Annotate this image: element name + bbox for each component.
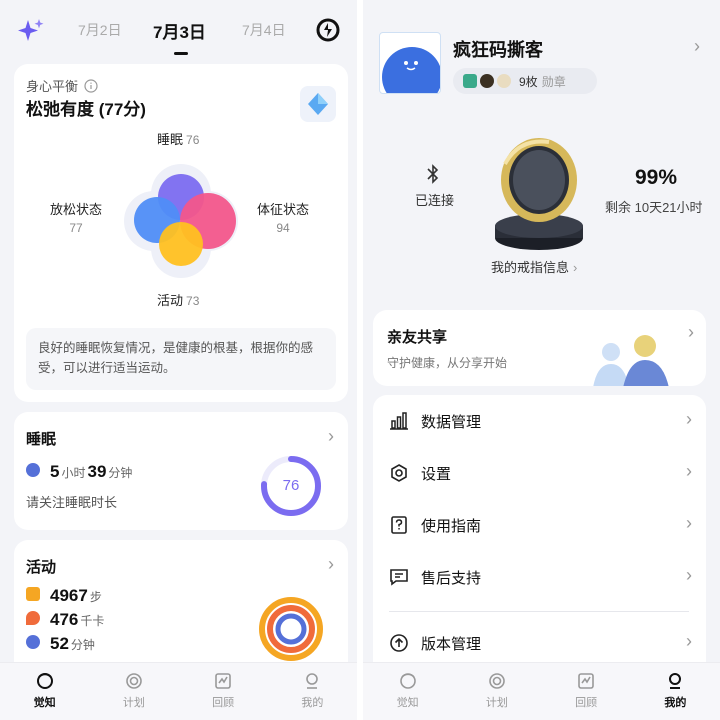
tab-awareness[interactable]: 觉知 [363, 663, 452, 720]
balance-label: 身心平衡 [26, 79, 79, 94]
activity-rings [259, 597, 323, 661]
menu-guide[interactable]: 使用指南 › [373, 499, 702, 551]
date-bar: 7月2日 7月3日 7月4日 [0, 10, 357, 55]
family-share-card[interactable]: 亲友共享 守护健康，从分享开始 › [373, 310, 706, 386]
badge-icon [480, 74, 494, 88]
awareness-icon [36, 673, 53, 689]
share-subtitle: 守护健康，从分享开始 [387, 356, 508, 370]
user-name: 疯狂码撕客 [453, 40, 543, 60]
date-prev[interactable]: 7月2日 [78, 20, 122, 40]
badge-label: 勋章 [541, 74, 566, 89]
chat-support-icon [390, 569, 408, 586]
activity-card[interactable]: 活动 › 4967 步 476 千卡 52 分钟 [14, 540, 348, 680]
sparkle-icon[interactable] [16, 16, 46, 46]
awareness-screen: 7月2日 7月3日 7月4日 身心平衡 松弛有度 (77分) 睡眠 76 放松状… [0, 0, 357, 720]
steps-stat: 4967 步 [26, 586, 104, 606]
battery-percent: 99% [635, 166, 678, 189]
avatar[interactable] [379, 32, 441, 94]
badge-count: 9枚 [519, 74, 538, 89]
share-title: 亲友共享 [387, 329, 448, 346]
badge-icon [463, 74, 477, 88]
ring-status: 已连接 99% 剩余 10天21小时 我的戒指信息 › [363, 130, 720, 290]
vitals-petal-label: 体征状态 94 [257, 202, 310, 235]
battery-remaining: 剩余 10天21小时 [605, 200, 703, 215]
review-icon [578, 673, 594, 689]
tab-mine[interactable]: 我的 [631, 663, 720, 720]
menu-data-management[interactable]: 数据管理 › [373, 395, 702, 447]
sleep-duration: 5 小时 39 分钟 [26, 462, 134, 482]
ring-info-link[interactable]: 我的戒指信息 › [491, 257, 577, 276]
guide-icon [391, 516, 407, 534]
menu-separator [389, 611, 689, 612]
chevron-right-icon[interactable]: › [688, 322, 694, 343]
mine-icon [669, 673, 682, 689]
menu-support[interactable]: 售后支持 › [373, 551, 702, 603]
balance-flower-chart [124, 164, 238, 278]
tab-review[interactable]: 回顾 [179, 663, 268, 720]
balance-card[interactable]: 身心平衡 松弛有度 (77分) 睡眠 76 放松状态 77 体征状态 94 活动 73 [14, 64, 348, 402]
chevron-right-icon[interactable]: › [328, 554, 334, 575]
flame-icon [26, 611, 40, 625]
plan-icon [489, 673, 505, 689]
sleep-petal-label: 睡眠 76 [157, 132, 200, 147]
hexagon-settings-icon [391, 464, 407, 482]
diamond-icon [308, 93, 328, 115]
connection-status: 已连接 [415, 193, 455, 208]
date-current[interactable]: 7月3日 [153, 18, 206, 43]
activity-petal-label: 活动 73 [157, 293, 200, 308]
tab-review[interactable]: 回顾 [542, 663, 631, 720]
advice-text: 良好的睡眠恢复情况，是健康的根基，根据你的感受，可以进行适当运动。 [38, 341, 314, 375]
review-icon [215, 673, 231, 689]
kcal-stat: 476 千卡 [26, 610, 106, 630]
plan-icon [126, 673, 142, 689]
advice-box: 良好的睡眠恢复情况，是健康的根基，根据你的感受，可以进行适当运动。 [26, 328, 336, 390]
tab-plan[interactable]: 计划 [452, 663, 541, 720]
bar-chart-icon [390, 412, 408, 430]
info-icon[interactable] [84, 78, 98, 93]
badge-strip[interactable]: 9枚 勋章 [453, 68, 597, 94]
chevron-right-icon: › [573, 260, 578, 275]
profile-header[interactable]: 疯狂码撕客 › 9枚 勋章 [379, 32, 704, 98]
shoe-icon [26, 587, 40, 601]
tab-awareness[interactable]: 觉知 [0, 663, 89, 720]
activity-petal [159, 222, 203, 266]
chevron-right-icon[interactable]: › [694, 36, 700, 57]
avatar-image [382, 47, 440, 93]
clock-icon [26, 463, 40, 477]
mine-icon [306, 673, 319, 689]
sleep-note: 请关注睡眠时长 [26, 495, 118, 510]
upgrade-icon [390, 634, 408, 652]
settings-menu: 数据管理 › 设置 › 使用指南 › 售后支持 › 版本管理 › [373, 395, 706, 680]
bluetooth-icon [427, 164, 439, 184]
tab-plan[interactable]: 计划 [89, 663, 178, 720]
bottom-tab-bar: 觉知 计划 回顾 我的 [363, 662, 720, 720]
relax-petal-label: 放松状态 77 [50, 202, 103, 235]
sleep-score: 76 [282, 477, 300, 494]
activity-card-title: 活动 [26, 559, 57, 576]
badge-icon [497, 74, 511, 88]
minutes-stat: 52 分钟 [26, 634, 97, 654]
balance-title: 松弛有度 (77分) [26, 100, 146, 119]
awareness-icon [399, 673, 416, 689]
family-illustration [593, 335, 669, 386]
chevron-right-icon[interactable]: › [328, 426, 334, 447]
menu-settings[interactable]: 设置 › [373, 447, 702, 499]
date-underline [174, 52, 188, 55]
clock-icon [26, 635, 40, 649]
sync-icon[interactable] [316, 18, 340, 42]
mine-screen: 疯狂码撕客 › 9枚 勋章 已连接 99% 剩余 10天21小时 我的戒指信息 ›… [363, 0, 720, 720]
tab-mine[interactable]: 我的 [268, 663, 357, 720]
sleep-card[interactable]: 睡眠 › 5 小时 39 分钟 请关注睡眠时长 76 [14, 412, 348, 530]
smart-ring-image [495, 138, 583, 250]
bottom-tab-bar: 觉知 计划 回顾 我的 [0, 662, 357, 720]
sleep-card-title: 睡眠 [26, 431, 57, 448]
date-next[interactable]: 7月4日 [242, 20, 286, 40]
diamond-button[interactable] [300, 86, 336, 122]
